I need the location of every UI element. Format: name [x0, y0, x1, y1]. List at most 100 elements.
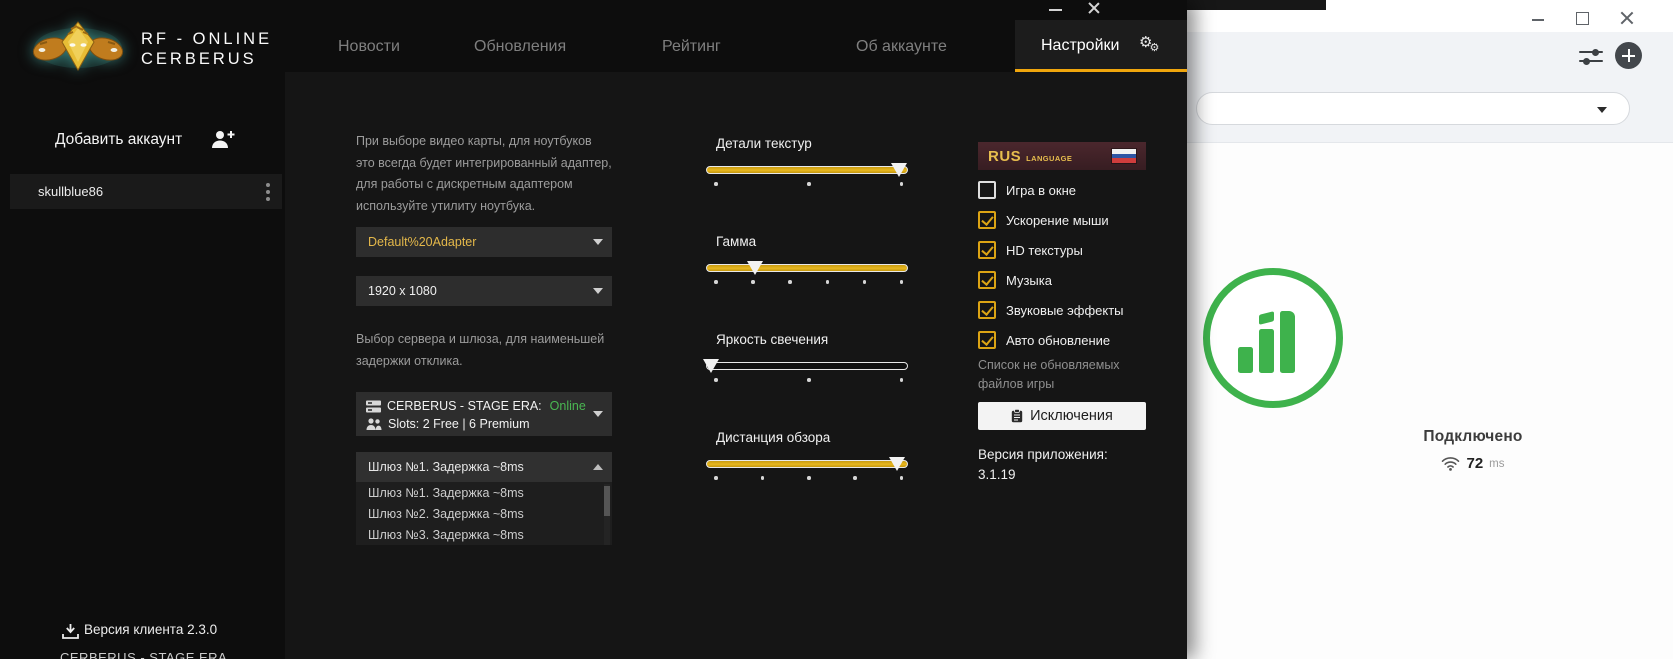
gateway-option[interactable]: Шлюз №1. Задержка ~8ms	[356, 482, 612, 503]
checkbox-row[interactable]: Ускорение мыши	[978, 211, 1109, 229]
exclusions-note: Список не обновляемых файлов игры	[978, 356, 1128, 394]
gateway-option[interactable]: Шлюз №3. Задержка ~8ms	[356, 524, 612, 545]
chevron-down-icon	[593, 239, 603, 245]
slider-track[interactable]	[706, 166, 908, 174]
slider[interactable]: Гамма	[706, 234, 908, 294]
checkbox[interactable]	[978, 211, 996, 229]
checkbox[interactable]	[978, 241, 996, 259]
connection-logo	[1203, 268, 1343, 408]
checkbox-row[interactable]: Музыка	[978, 271, 1052, 289]
slider-label: Гамма	[716, 234, 756, 249]
checkbox[interactable]	[978, 301, 996, 319]
cerberus-logo	[26, 18, 130, 74]
tab-settings-label: Настройки	[1041, 37, 1119, 55]
tab-account[interactable]: Об аккаунте	[856, 38, 947, 56]
add-plus-icon[interactable]	[1615, 42, 1642, 69]
gateway-list: Шлюз №1. Задержка ~8ms Шлюз №1. Задержка…	[356, 452, 612, 545]
gateway-options: Шлюз №1. Задержка ~8ms Шлюз №2. Задержка…	[356, 482, 612, 545]
checkbox-row[interactable]: HD текстуры	[978, 241, 1083, 259]
account-name: skullblue86	[38, 184, 103, 199]
ping-row: 72 ms	[1389, 455, 1557, 472]
maximize-icon[interactable]	[1576, 12, 1589, 25]
client-version: Версия клиента 2.3.0	[84, 622, 217, 637]
footer-server-name: CERBERUS - STAGE ERA	[60, 650, 227, 659]
bar-chart-icon	[1238, 347, 1253, 373]
server-name-row: CERBERUS - STAGE ERA: Online	[366, 398, 586, 414]
slider[interactable]: Детали текстур	[706, 136, 908, 196]
checkbox-row[interactable]: Авто обновление	[978, 331, 1110, 349]
account-row[interactable]: skullblue86	[10, 174, 282, 209]
slider-ticks	[706, 378, 908, 384]
slider[interactable]: Дистанция обзора	[706, 430, 908, 490]
server-slots: Slots: 2 Free | 6 Premium	[388, 417, 530, 431]
screen: Подключено 72 ms	[0, 0, 1673, 659]
tab-news[interactable]: Новости	[338, 38, 400, 56]
minimize-icon[interactable]	[1049, 9, 1062, 11]
chevron-up-icon[interactable]	[593, 464, 603, 470]
resolution-value: 1920 x 1080	[368, 284, 437, 298]
connection-select[interactable]	[1196, 92, 1630, 125]
russian-flag-icon	[1112, 149, 1136, 163]
chevron-down-icon	[1597, 107, 1607, 113]
slider-label: Дистанция обзора	[716, 430, 830, 445]
slider-ticks	[706, 182, 908, 188]
person-add-icon[interactable]	[210, 129, 236, 149]
gateway-option[interactable]: Шлюз №2. Задержка ~8ms	[356, 503, 612, 524]
connector-toolbar	[1187, 32, 1673, 143]
video-note: При выборе видео карты, для ноутбуков эт…	[356, 131, 612, 217]
slider-thumb[interactable]	[891, 163, 907, 177]
checkbox[interactable]	[978, 331, 996, 349]
checkbox[interactable]	[978, 271, 996, 289]
scrollbar[interactable]	[604, 484, 610, 545]
brand-title: RF - ONLINE CERBERUS	[141, 29, 272, 69]
chevron-down-icon	[593, 411, 603, 417]
slider-ticks	[706, 280, 908, 286]
adapter-value: Default%20Adapter	[368, 235, 476, 249]
launcher-window: RF - ONLINE CERBERUS Новости Обновления …	[0, 0, 1187, 659]
connector-window: Подключено 72 ms	[1187, 0, 1673, 659]
download-icon	[62, 623, 79, 639]
server-name: CERBERUS - STAGE ERA:	[387, 399, 542, 413]
chevron-down-icon	[593, 288, 603, 294]
exclusions-button[interactable]: Исключения	[978, 402, 1146, 430]
connection-status: Подключено	[1389, 428, 1557, 446]
slider-thumb[interactable]	[747, 261, 763, 275]
language-button[interactable]: RUS LANGUAGE	[978, 142, 1146, 170]
slider-track[interactable]	[706, 460, 908, 468]
people-icon	[366, 418, 382, 430]
server-icon	[366, 400, 381, 413]
clipboard-icon	[1011, 409, 1023, 423]
tab-settings[interactable]: Настройки ⚙⚙	[1015, 20, 1187, 72]
filter-sliders-icon[interactable]	[1579, 48, 1603, 66]
gateway-selected[interactable]: Шлюз №1. Задержка ~8ms	[356, 452, 612, 482]
slider-track[interactable]	[706, 362, 908, 370]
add-account-button[interactable]: Добавить аккаунт	[55, 131, 182, 149]
brand-line2: CERBERUS	[141, 49, 272, 69]
app-version-value: 3.1.19	[978, 467, 1016, 482]
checkbox[interactable]	[978, 181, 996, 199]
close-icon[interactable]	[1087, 1, 1101, 15]
resolution-dropdown[interactable]: 1920 x 1080	[356, 276, 612, 306]
slider-thumb[interactable]	[889, 457, 905, 471]
server-status: Online	[550, 399, 586, 413]
language-label: LANGUAGE	[1026, 154, 1072, 163]
slider[interactable]: Яркость свечения	[706, 332, 908, 392]
tab-updates[interactable]: Обновления	[474, 38, 566, 56]
language-code: RUS	[988, 148, 1021, 165]
slider-thumb[interactable]	[703, 359, 719, 373]
server-note: Выбор сервера и шлюза, для наименьшей за…	[356, 329, 612, 372]
server-dropdown[interactable]: CERBERUS - STAGE ERA: Online Slots: 2 Fr…	[356, 392, 612, 436]
minimize-icon[interactable]	[1532, 19, 1544, 21]
server-slots-row: Slots: 2 Free | 6 Premium	[366, 416, 530, 432]
app-version-label: Версия приложения:	[978, 447, 1108, 462]
gears-icon: ⚙⚙	[1139, 32, 1162, 51]
checkbox-row[interactable]: Звуковые эффекты	[978, 301, 1124, 319]
brand-line1: RF - ONLINE	[141, 29, 272, 49]
slider-track[interactable]	[706, 264, 908, 272]
adapter-dropdown[interactable]: Default%20Adapter	[356, 227, 612, 257]
tab-rating[interactable]: Рейтинг	[662, 38, 721, 56]
kebab-menu-icon[interactable]	[266, 183, 270, 187]
close-icon[interactable]	[1619, 10, 1635, 26]
scrollbar-thumb[interactable]	[604, 486, 610, 516]
checkbox-row[interactable]: Игра в окне	[978, 181, 1076, 199]
